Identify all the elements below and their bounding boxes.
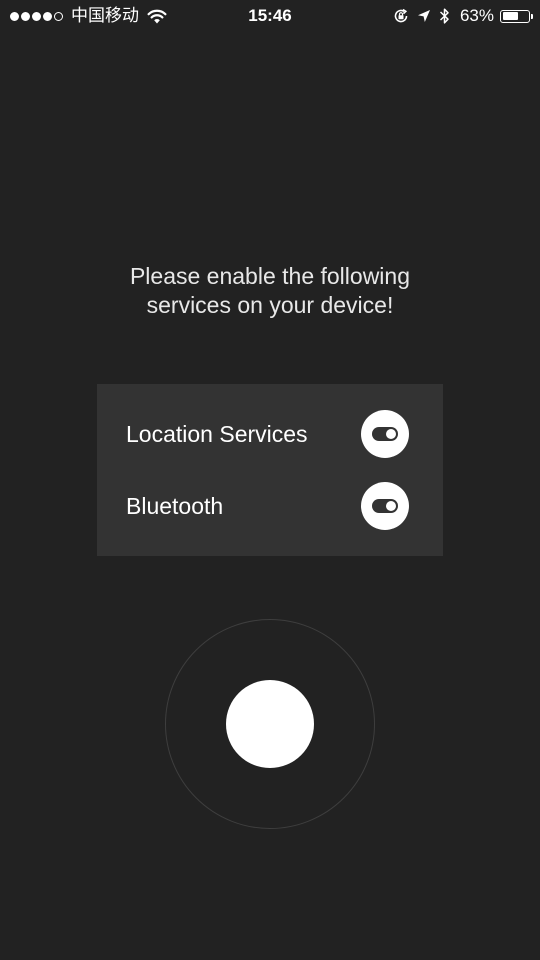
battery-icon [500,9,533,23]
battery-percentage: 63% [459,6,494,25]
status-bar: 中国移动 15:46 63% [0,0,540,32]
battery-level [502,12,519,20]
prompt-line-2: services on your device! [146,292,394,318]
bluetooth-label: Bluetooth [126,492,224,519]
services-panel: Location Services Bluetooth [97,384,443,556]
bluetooth-icon [439,7,450,25]
service-row-location: Location Services [126,410,409,458]
orientation-lock-icon [393,8,409,24]
prompt-line-1: Please enable the following [129,263,411,289]
center-circle-button[interactable] [226,680,314,768]
service-row-bluetooth: Bluetooth [126,482,409,530]
enable-services-prompt: Please enable the following services on … [0,262,540,320]
toggle-icon [372,427,398,441]
toggle-icon [372,499,398,513]
battery-cap [531,13,533,19]
toggle-knob [386,429,396,439]
bluetooth-toggle[interactable] [361,482,409,530]
location-services-label: Location Services [126,420,308,447]
location-arrow-icon [417,9,431,23]
status-bar-right: 63% [385,5,533,27]
location-services-toggle[interactable] [361,410,409,458]
toggle-knob [386,501,396,511]
